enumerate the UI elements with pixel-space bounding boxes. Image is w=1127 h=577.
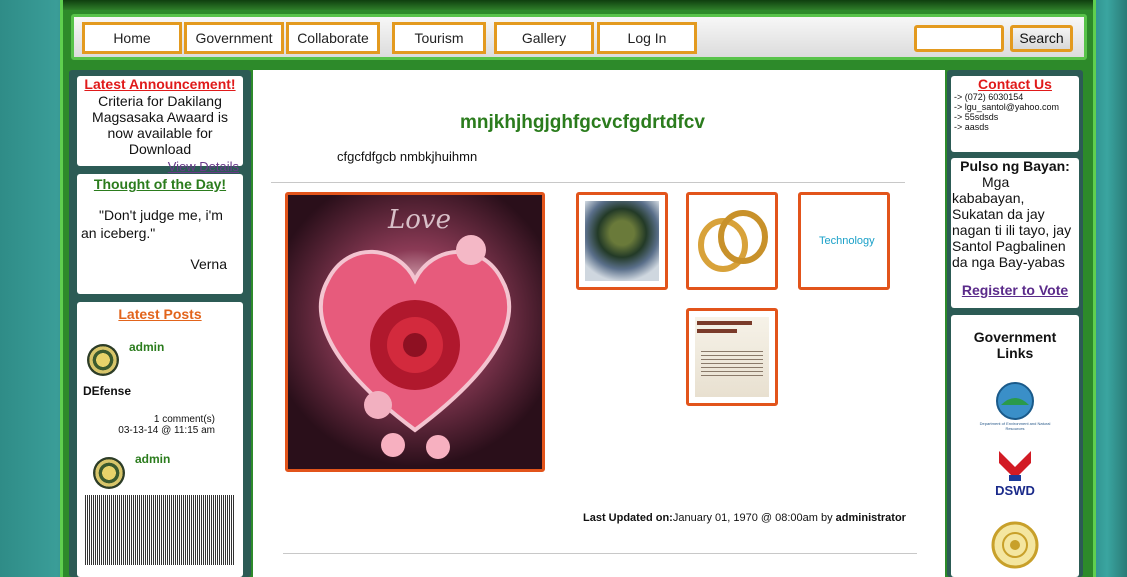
main-content: mnjkhjhgjghfgcvcfgdrtdfcv cfgcfdfgcb nmb… <box>253 70 945 577</box>
post-title[interactable]: DEfense <box>83 384 131 398</box>
gallery-thumb-rings[interactable] <box>686 192 778 290</box>
divider <box>283 553 917 554</box>
nav-gallery[interactable]: Gallery <box>494 22 594 54</box>
post-avatar <box>93 457 125 489</box>
pulso-box: Pulso ng Bayan: Mga kababayan, Sukatan d… <box>951 158 1079 308</box>
post-author[interactable]: admin <box>129 340 164 354</box>
header-strip <box>63 0 1093 10</box>
latest-posts-box: Latest Posts admin DEfense 1 comment(s) … <box>77 302 243 577</box>
rings-icon <box>698 210 768 272</box>
post-date: 03-13-14 @ 11:15 am <box>118 425 215 436</box>
thought-author: Verna <box>190 256 227 272</box>
announcement-title[interactable]: Latest Announcement! <box>81 76 239 92</box>
nav-tourism[interactable]: Tourism <box>392 22 486 54</box>
featured-image-caption: Love <box>388 205 451 235</box>
award-image <box>585 201 659 281</box>
certificate-text <box>701 351 763 377</box>
page-title: mnjkhjhgjghfgcvcfgdrtdfcv <box>460 112 705 133</box>
search-button[interactable]: Search <box>1010 25 1073 52</box>
announcement-text: Criteria for Dakilang Magsasaka Awaard i… <box>92 93 228 157</box>
last-updated-by: administrator <box>835 512 906 524</box>
thought-box: Thought of the Day! "Don't judge me, i'm… <box>77 174 243 294</box>
gallery-thumb-certificate[interactable] <box>686 308 778 406</box>
latest-posts-title[interactable]: Latest Posts <box>81 306 239 322</box>
denr-caption: Department of Environment and Natural Re… <box>979 421 1051 431</box>
site-frame: Home Government Collaborate Tourism Gall… <box>60 0 1096 577</box>
government-links-title: Government Links <box>973 329 1057 361</box>
certificate-line <box>697 321 752 325</box>
right-sidebar: Contact Us -> (072) 6030154 -> lgu_santo… <box>947 70 1083 577</box>
last-updated: Last Updated on:January 01, 1970 @ 08:00… <box>583 512 906 524</box>
pulso-text: Mga kababayan, Sukatan da jay nagan ti i… <box>952 174 1072 270</box>
page-subtitle: cfgcfdfgcb nmbkjhuihmn <box>337 149 478 164</box>
gallery-thumb-technology[interactable]: Technology <box>798 192 890 290</box>
view-details-link[interactable]: View Details <box>81 159 239 174</box>
certificate-line <box>697 329 737 333</box>
search-input[interactable] <box>914 25 1004 52</box>
gallery-thumb-award[interactable] <box>576 192 668 290</box>
denr-logo-icon[interactable] <box>995 381 1035 421</box>
last-updated-label: Last Updated on: <box>583 512 673 524</box>
heart-icon <box>319 235 511 459</box>
main-navbar: Home Government Collaborate Tourism Gall… <box>71 14 1087 60</box>
contact-line: -> (072) 6030154 <box>954 92 1024 102</box>
tourism-seal-icon[interactable] <box>991 521 1039 569</box>
government-links-box: Government Links Department of Environme… <box>951 315 1079 577</box>
post-excerpt-text <box>85 495 235 565</box>
dswd-caption: DSWD <box>995 483 1035 498</box>
contact-title[interactable]: Contact Us <box>954 76 1076 92</box>
nav-login[interactable]: Log In <box>597 22 697 54</box>
announcement-box: Latest Announcement! Criteria for Dakila… <box>77 76 243 174</box>
contact-line: -> aasds <box>954 122 989 132</box>
left-sidebar: Latest Announcement! Criteria for Dakila… <box>69 70 251 577</box>
contact-line: -> lgu_santol@yahoo.com <box>954 102 1059 112</box>
contact-line: -> 55sdsds <box>954 112 999 122</box>
divider <box>271 182 905 183</box>
nav-collaborate[interactable]: Collaborate <box>286 22 380 54</box>
featured-image[interactable]: Love <box>285 192 545 472</box>
technology-image-text: Technology <box>819 235 875 247</box>
pulso-title: Pulso ng Bayan: <box>960 158 1070 174</box>
contact-box: Contact Us -> (072) 6030154 -> lgu_santo… <box>951 76 1079 152</box>
thought-title: Thought of the Day! <box>93 176 227 192</box>
register-to-vote-link[interactable]: Register to Vote <box>952 282 1078 298</box>
post-comments[interactable]: 1 comment(s) <box>154 414 215 425</box>
nav-government[interactable]: Government <box>184 22 284 54</box>
post-avatar <box>87 344 119 376</box>
last-updated-value: January 01, 1970 @ 08:00am by <box>672 512 836 524</box>
nav-home[interactable]: Home <box>82 22 182 54</box>
post-author[interactable]: admin <box>135 452 170 466</box>
thought-quote: "Don't judge me, i'm an iceberg." <box>81 207 223 241</box>
